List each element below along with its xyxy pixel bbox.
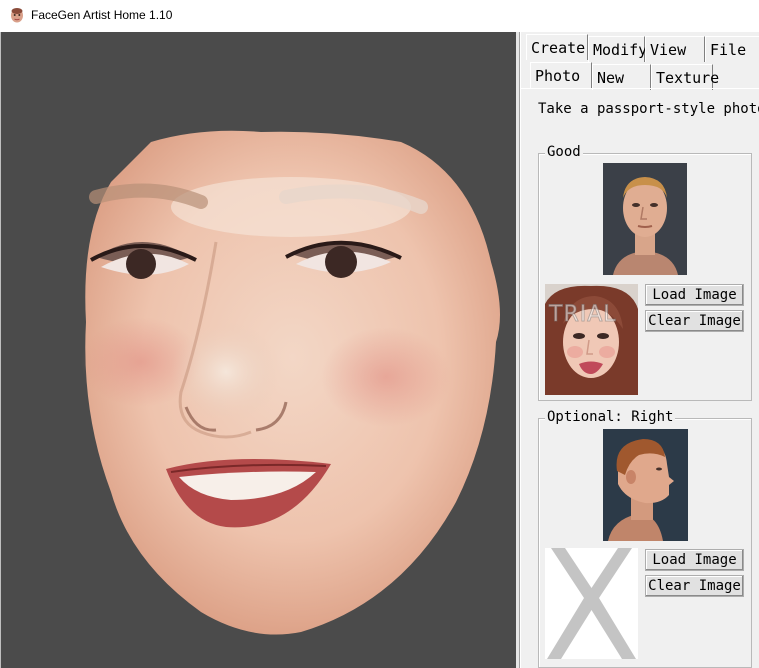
- good-clear-image-button[interactable]: Clear Image: [645, 310, 744, 332]
- trial-watermark: TRIAL: [549, 302, 617, 328]
- good-load-image-button[interactable]: Load Image: [645, 284, 744, 306]
- window-title: FaceGen Artist Home 1.10: [31, 8, 173, 22]
- tab-label: File: [710, 41, 747, 59]
- good-group-label: Good: [545, 144, 583, 160]
- tab-new[interactable]: New: [592, 64, 651, 90]
- tab-view[interactable]: View: [645, 36, 705, 62]
- right-load-image-button[interactable]: Load Image: [645, 549, 744, 571]
- tab-create[interactable]: Create: [526, 34, 588, 60]
- side-panel: Create Modify View File Photo New Textur…: [520, 32, 759, 668]
- tab-texture[interactable]: Texture: [651, 64, 719, 90]
- tab-file[interactable]: File: [705, 36, 759, 62]
- tab-label: New: [597, 69, 625, 87]
- photo-instruction: Take a passport-style photo ind: [538, 101, 759, 117]
- right-clear-image-button[interactable]: Clear Image: [645, 575, 744, 597]
- tab-label: Photo: [535, 67, 581, 85]
- tab-divider: [521, 88, 759, 89]
- title-bar: FaceGen Artist Home 1.10: [0, 0, 759, 32]
- face-model-render[interactable]: [1, 32, 520, 668]
- optional-right-group-label: Optional: Right: [545, 409, 676, 425]
- tab-label: Create: [531, 39, 586, 57]
- empty-placeholder-x[interactable]: [545, 548, 638, 659]
- frontal-portrait-example: [603, 163, 687, 275]
- 3d-viewport[interactable]: [0, 32, 520, 668]
- tab-label: View: [650, 41, 687, 59]
- tab-label: Modify: [593, 41, 648, 59]
- right-profile-example: [603, 429, 688, 541]
- face-app-icon: [11, 8, 23, 23]
- tab-photo[interactable]: Photo: [530, 62, 592, 88]
- loaded-frontal-photo[interactable]: TRIAL: [545, 284, 638, 395]
- tab-label: Texture: [656, 69, 720, 87]
- tab-modify[interactable]: Modify: [588, 36, 648, 62]
